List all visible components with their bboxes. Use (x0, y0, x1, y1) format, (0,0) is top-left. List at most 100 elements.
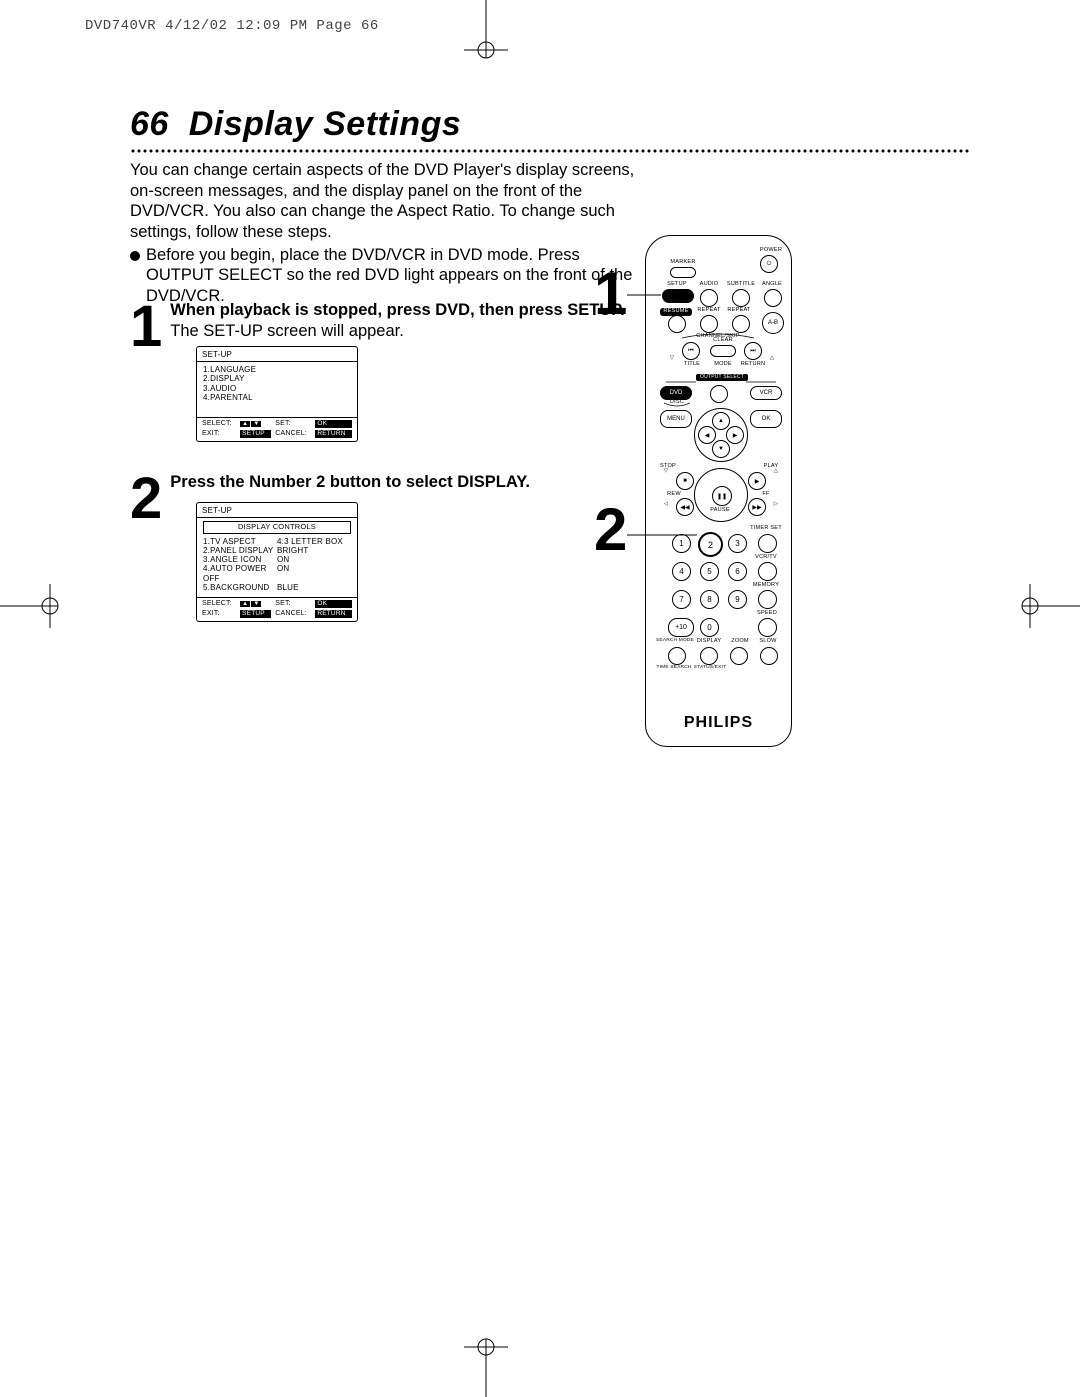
speed-button[interactable] (758, 618, 777, 637)
step-1-number: 1 (130, 304, 162, 350)
bullet-icon (130, 251, 140, 261)
memory-label: MEMORY (750, 583, 782, 589)
crop-mark-top (456, 0, 516, 60)
numpad-7-button[interactable]: 7 (672, 590, 691, 609)
osd1-cancel-label: CANCEL: (275, 430, 311, 438)
return-label: RETURN (740, 362, 766, 368)
vcr-button[interactable]: VCR (750, 386, 782, 400)
title-label: TITLE (682, 362, 702, 368)
setup-label: SETUP (664, 282, 690, 288)
step-1: 1 When playback is stopped, press DVD, t… (130, 298, 630, 350)
vcr-tv-button[interactable] (758, 562, 777, 581)
crop-mark-left (0, 576, 60, 636)
audio-label: AUDIO (696, 282, 722, 288)
dpad-up-button[interactable]: ▲ (712, 412, 730, 430)
display-button[interactable] (700, 647, 718, 665)
power-label: POWER (758, 248, 784, 254)
crop-mark-bottom (456, 1337, 516, 1397)
stop-v-icon: ▽ (660, 469, 672, 475)
zoom-button[interactable] (730, 647, 748, 665)
skip-prev-button[interactable]: ⏮ (682, 342, 700, 360)
setup-button[interactable] (662, 289, 694, 303)
numpad-2-button[interactable]: 2 (698, 532, 723, 557)
dvd-button[interactable]: DVD (660, 386, 692, 400)
ff-button[interactable]: ▶▶ (748, 498, 766, 516)
menu-button[interactable]: MENU (660, 410, 692, 428)
repeat-button[interactable] (700, 315, 718, 333)
stop-button[interactable]: ■ (676, 472, 694, 490)
ab-button[interactable]: A-B (762, 312, 784, 334)
ff-label: FF (758, 492, 774, 498)
step-1-rest: The SET-UP screen will appear. (170, 322, 404, 340)
crop-mark-right (1020, 576, 1080, 636)
timer-set-button[interactable] (758, 534, 777, 553)
play-button[interactable]: ▶ (748, 472, 766, 490)
numpad-3-button[interactable]: 3 (728, 534, 747, 553)
osd2-row-l: 1.TV ASPECT (203, 537, 277, 546)
osd2-body: 1.TV ASPECT4:3 LETTER BOX 2.PANEL DISPLA… (197, 534, 357, 597)
dpad-down-button[interactable]: ▼ (712, 440, 730, 458)
osd1-item: 2.DISPLAY (203, 374, 351, 383)
osd2-select-label: SELECT: (202, 600, 236, 608)
osd2-exit-label: EXIT: (202, 610, 236, 618)
searchmode-label: SEARCH MODE (656, 639, 694, 644)
step-1-text: When playback is stopped, press DVD, the… (170, 298, 630, 350)
osd1-item: 4.PARENTAL (203, 393, 351, 402)
numpad-9-button[interactable]: 9 (728, 590, 747, 609)
subtitle-label: SUBTITLE (726, 282, 756, 288)
osd2-title: SET-UP (197, 503, 357, 518)
ok-button[interactable]: OK (750, 410, 782, 428)
status-exit-label: STATUS/EXIT (690, 666, 730, 671)
numpad-5-button[interactable]: 5 (700, 562, 719, 581)
pause-button[interactable]: ❚❚ (712, 486, 732, 506)
slow-button[interactable] (760, 647, 778, 665)
osd2-subtitle: DISPLAY CONTROLS (203, 521, 351, 534)
osd1-exit-label: EXIT: (202, 430, 236, 438)
power-button[interactable]: ⏻ (760, 255, 778, 273)
print-slug: DVD740VR 4/12/02 12:09 PM Page 66 (85, 18, 379, 34)
angle-button[interactable] (764, 289, 782, 307)
numpad-8-button[interactable]: 8 (700, 590, 719, 609)
osd1-return-key: RETURN (315, 430, 352, 437)
searchmode-button[interactable] (668, 647, 686, 665)
step-1-bold: When playback is stopped, press DVD, the… (170, 301, 625, 319)
angle-label: ANGLE (760, 282, 784, 288)
numpad-4-button[interactable]: 4 (672, 562, 691, 581)
osd2-set-label: SET: (275, 600, 311, 608)
marker-button[interactable] (670, 267, 696, 278)
repeat-ab-button[interactable] (732, 315, 750, 333)
numpad-0-button[interactable]: 0 (700, 618, 719, 637)
osd2-footer: SELECT: ▲▼ SET: OK EXIT: SETUP CANCEL: R… (197, 597, 357, 621)
page-title-text: Display Settings (189, 105, 462, 143)
subtitle-button[interactable] (732, 289, 750, 307)
dpad-right-button[interactable]: ▶ (726, 426, 744, 444)
output-select-button[interactable] (710, 385, 728, 403)
dpad-left-button[interactable]: ◀ (698, 426, 716, 444)
repeat2-label: REPEAT (726, 308, 752, 314)
numpad-plus10-button[interactable]: +10 (668, 618, 694, 637)
step-2-number: 2 (130, 476, 162, 522)
resume-button[interactable] (668, 315, 686, 333)
osd1-item: 1.LANGUAGE (203, 365, 351, 374)
osd2-arrows-icon: ▲▼ (240, 601, 271, 608)
skip-next-button[interactable]: ⏭ (744, 342, 762, 360)
brand-logo: PHILIPS (646, 714, 791, 732)
clear-button[interactable] (710, 345, 736, 357)
osd2-setup-key: SETUP (240, 610, 271, 617)
slow-label: SLOW (756, 639, 780, 645)
audio-button[interactable] (700, 289, 718, 307)
osd1-select-label: SELECT: (202, 420, 236, 428)
osd-display-controls-screen: SET-UP DISPLAY CONTROLS 1.TV ASPECT4:3 L… (196, 502, 358, 622)
display-label: DISPLAY (694, 639, 724, 645)
intro-paragraph: You can change certain aspects of the DV… (130, 160, 640, 243)
numpad-6-button[interactable]: 6 (728, 562, 747, 581)
dot-rule (130, 148, 970, 154)
mode-label: MODE (712, 362, 734, 368)
rew-button[interactable]: ◀◀ (676, 498, 694, 516)
osd2-return-key: RETURN (315, 610, 352, 617)
marker-label: MARKER (668, 260, 698, 266)
callout-line-1 (627, 265, 661, 305)
remote-callout-1: 1 (594, 264, 627, 324)
intro-block: You can change certain aspects of the DV… (130, 160, 640, 306)
memory-button[interactable] (758, 590, 777, 609)
